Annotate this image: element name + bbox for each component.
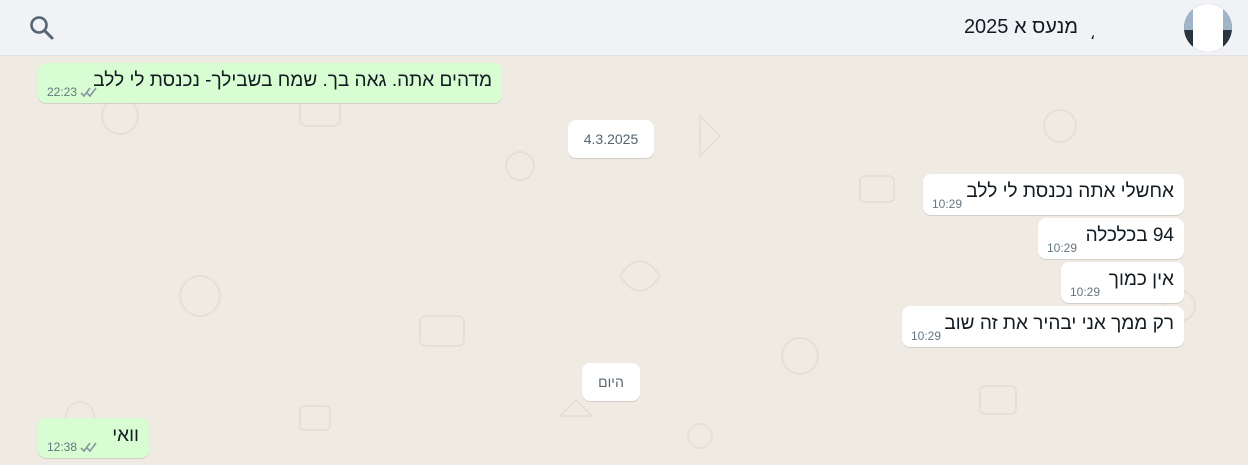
search-button[interactable] [28,14,56,42]
message-text: אין כמוך [1108,269,1174,290]
message-bubble-outgoing[interactable]: מדהים אתה. גאה בך. שמח בשבילך- נכנסת לי … [38,63,502,103]
avatar[interactable] [1184,4,1232,52]
message-text: 94 בכלכלה [1085,225,1174,246]
wallpaper-pattern [65,95,1196,449]
message-time: 10:29 [1047,241,1078,255]
message-meta: 10:29 [1070,285,1100,299]
message-time: 10:29 [932,197,963,211]
message-time: 22:23 [47,85,78,99]
message-time: 10:29 [911,329,942,343]
message-text: אחשלי אתה נכנסת לי ללב [966,181,1174,202]
message-meta: 10:29 [911,329,941,343]
message-meta: 12:38 [47,440,98,454]
message-time: 10:29 [1070,285,1101,299]
message-meta: 10:29 [1047,241,1077,255]
message-bubble-outgoing[interactable]: וואי 12:38 [38,418,149,458]
message-bubble-incoming[interactable]: 94 בכלכלה 10:29 [1038,218,1184,259]
message-time: 12:38 [47,440,78,454]
title-mark: ، [1090,26,1096,43]
search-icon [30,16,54,40]
double-check-icon [80,87,97,97]
chat-header: מנעס א 2025 ، [0,0,1248,56]
message-meta: 10:29 [932,197,962,211]
date-separator: היום [582,363,640,401]
chat-title[interactable]: מנעס א 2025 [964,16,1078,39]
chat-area: מדהים אתה. גאה בך. שמח בשבילך- נכנסת לי … [0,56,1248,465]
double-check-icon [80,442,97,452]
message-text: וואי [112,425,139,446]
message-bubble-incoming[interactable]: אין כמוך 10:29 [1061,262,1184,303]
message-bubble-incoming[interactable]: רק ממך אני יבהיר את זה שוב 10:29 [902,306,1184,347]
date-separator: 4.3.2025 [568,120,654,158]
message-text: רק ממך אני יבהיר את זה שוב [944,313,1174,334]
message-meta: 22:23 [47,85,98,99]
message-bubble-incoming[interactable]: אחשלי אתה נכנסת לי ללב 10:29 [923,174,1184,215]
message-text: מדהים אתה. גאה בך. שמח בשבילך- נכנסת לי … [93,70,492,91]
